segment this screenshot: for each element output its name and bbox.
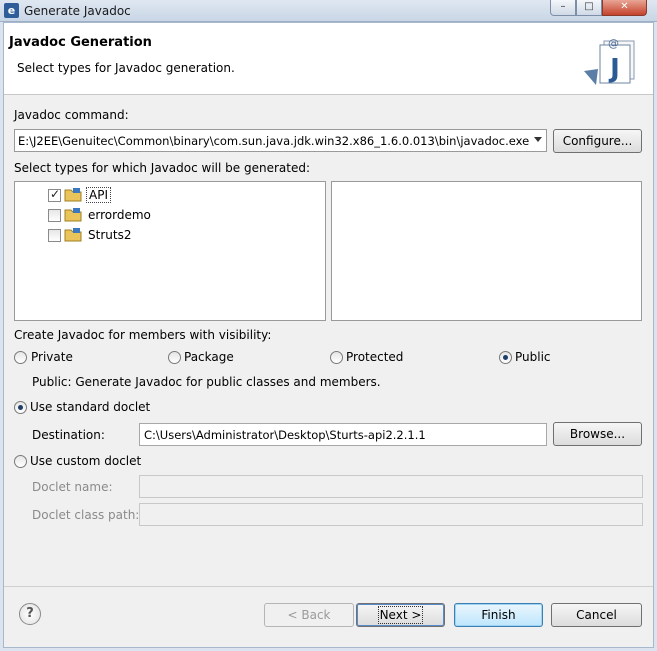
minimize-button[interactable]: –: [550, 0, 576, 16]
title-bar: e Generate Javadoc – □ ✕: [0, 0, 657, 22]
cancel-button-label: Cancel: [576, 608, 617, 622]
custom-doclet-radio[interactable]: [14, 455, 27, 468]
javadoc-command-combo[interactable]: E:\J2EE\Genuitec\Common\binary\com.sun.j…: [14, 129, 547, 152]
doclet-name-label: Doclet name:: [32, 480, 113, 494]
back-button[interactable]: < Back: [264, 603, 354, 627]
struts2-checkbox[interactable]: [48, 229, 61, 242]
doclet-class-path-field[interactable]: [139, 503, 643, 526]
visibility-private-radio[interactable]: [14, 351, 27, 364]
custom-doclet-label: Use custom doclet: [30, 454, 142, 468]
destination-value: C:\Users\Administrator\Desktop\Sturts-ap…: [144, 428, 426, 442]
finish-button-label: Finish: [481, 608, 516, 622]
doclet-class-path-label: Doclet class path:: [32, 508, 140, 522]
close-button[interactable]: ✕: [602, 0, 647, 16]
svg-text:@: @: [608, 37, 619, 50]
visibility-protected-radio[interactable]: [330, 351, 343, 364]
visibility-private-label: Private: [31, 350, 73, 364]
visibility-protected-label: Protected: [346, 350, 404, 364]
finish-button[interactable]: Finish: [454, 603, 543, 627]
javadoc-command-value: E:\J2EE\Genuitec\Common\binary\com.sun.j…: [18, 134, 530, 148]
javadoc-command-label: Javadoc command:: [14, 108, 129, 122]
tree-item-label: errordemo: [88, 208, 151, 222]
destination-field[interactable]: C:\Users\Administrator\Desktop\Sturts-ap…: [139, 423, 547, 446]
project-folder-icon: [64, 208, 82, 222]
browse-button-label: Browse...: [569, 427, 626, 441]
visibility-package-radio[interactable]: [168, 351, 181, 364]
wizard-description: Select types for Javadoc generation.: [17, 61, 235, 75]
wizard-heading: Javadoc Generation: [9, 35, 152, 50]
next-button-label: Next >: [377, 606, 424, 624]
javadoc-wizard-icon: J @: [584, 37, 635, 85]
project-folder-icon: [64, 188, 82, 202]
wizard-banner: Javadoc Generation Select types for Java…: [4, 23, 653, 95]
visibility-package-label: Package: [184, 350, 234, 364]
next-button[interactable]: Next >: [356, 603, 445, 627]
visibility-public-label: Public: [515, 350, 551, 364]
type-list[interactable]: [331, 181, 642, 321]
help-icon[interactable]: ?: [19, 603, 41, 625]
project-folder-icon: [64, 228, 82, 242]
project-tree[interactable]: API errordemo Struts2: [14, 181, 326, 321]
back-button-label: < Back: [287, 608, 331, 622]
errordemo-checkbox[interactable]: [48, 209, 61, 222]
standard-doclet-radio[interactable]: [14, 401, 27, 414]
tree-item-label: API: [86, 187, 111, 203]
visibility-description: Public: Generate Javadoc for public clas…: [32, 375, 381, 389]
configure-button-label: Configure...: [562, 134, 633, 148]
destination-label: Destination:: [32, 428, 105, 442]
doclet-name-field[interactable]: [139, 475, 643, 498]
footer-separator: [4, 586, 653, 587]
chevron-down-icon[interactable]: [534, 137, 542, 142]
standard-doclet-label: Use standard doclet: [30, 400, 151, 414]
window-title: Generate Javadoc: [24, 4, 131, 18]
visibility-public-radio[interactable]: [499, 351, 512, 364]
tree-item-label: Struts2: [88, 228, 132, 242]
visibility-label: Create Javadoc for members with visibili…: [14, 328, 272, 342]
api-checkbox[interactable]: [48, 187, 61, 202]
generate-javadoc-dialog: Javadoc Generation Select types for Java…: [3, 22, 654, 648]
select-types-label: Select types for which Javadoc will be g…: [14, 161, 310, 175]
configure-button[interactable]: Configure...: [553, 129, 642, 153]
browse-button[interactable]: Browse...: [553, 422, 642, 446]
svg-text:J: J: [608, 54, 620, 84]
maximize-button[interactable]: □: [576, 0, 602, 16]
cancel-button[interactable]: Cancel: [551, 603, 642, 627]
eclipse-icon: e: [4, 3, 19, 18]
